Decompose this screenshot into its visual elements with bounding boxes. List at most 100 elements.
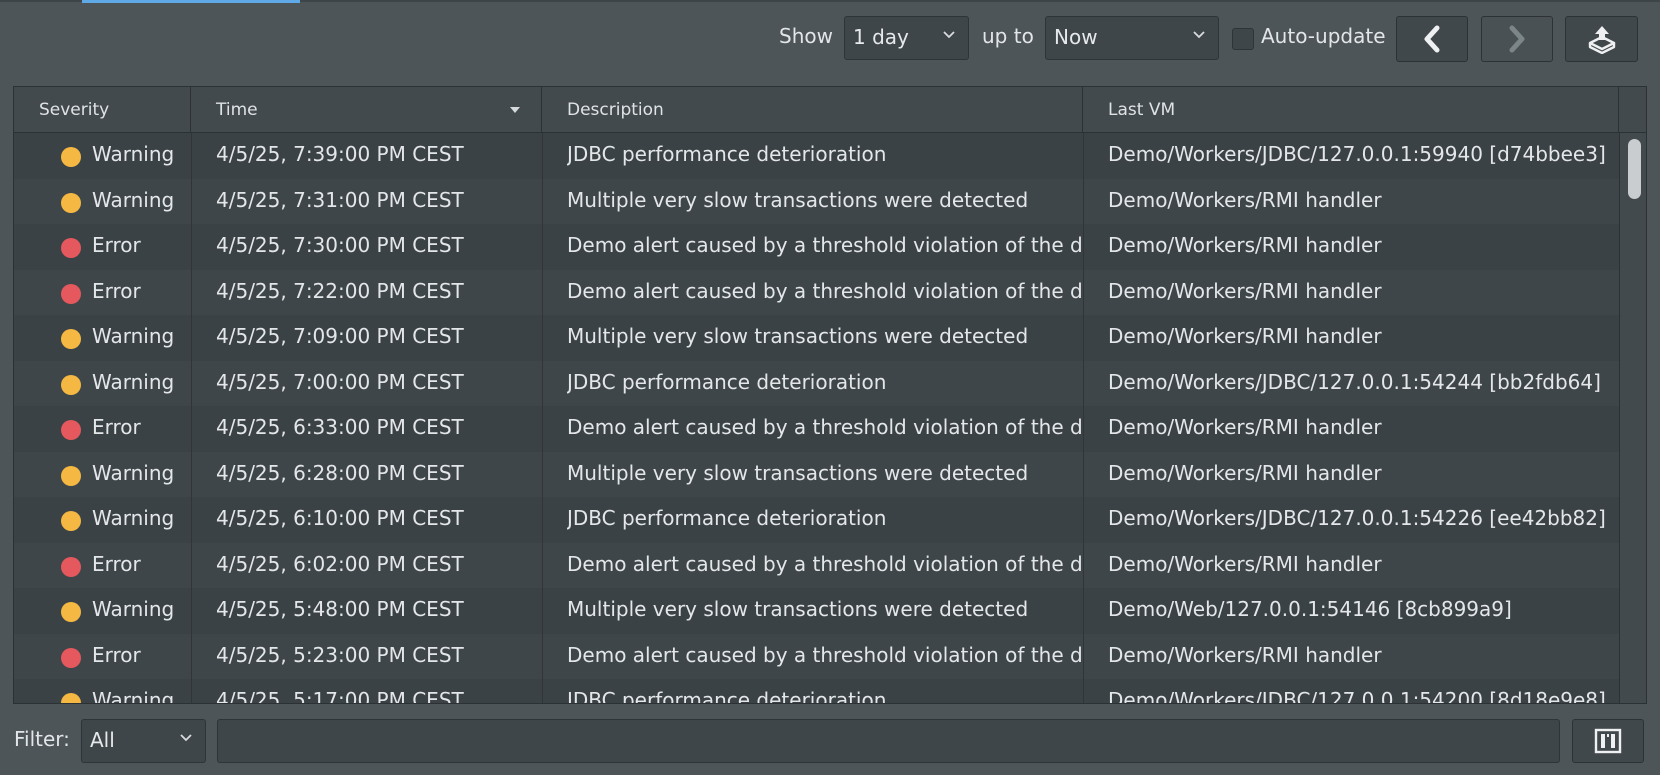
active-tab-indicator [82,0,300,3]
severity-cell: Error [92,278,141,303]
table-row[interactable]: Warning 4/5/25, 6:28:00 PM CEST Multiple… [14,451,1619,497]
severity-cell: Warning [92,460,175,485]
table-row[interactable]: Warning 4/5/25, 5:17:00 PM CEST JDBC per… [14,679,1619,704]
filter-select-value: All [90,728,115,752]
time-cell: 4/5/25, 6:10:00 PM CEST [216,506,464,530]
severity-cell: Error [92,415,141,439]
upto-label: up to [982,24,1034,48]
severity-cell: Warning [92,142,175,166]
error-icon [61,238,81,258]
show-label: Show [779,24,833,48]
description-cell: JDBC performance deterioration [567,142,887,166]
chevron-down-icon [943,31,955,39]
description-cell: Multiple very slow transactions were det… [567,460,1029,485]
vm-cell: Demo/Workers/RMI handler [1108,187,1382,212]
upto-select[interactable]: Now [1045,16,1219,60]
time-cell: 4/5/25, 5:23:00 PM CEST [216,642,464,667]
vertical-scrollbar[interactable] [1619,133,1646,703]
column-header-severity[interactable]: Severity [14,87,191,133]
severity-cell: Error [92,551,141,576]
table-row[interactable]: Error 4/5/25, 7:22:00 PM CEST Demo alert… [14,269,1619,315]
description-cell: Demo alert caused by a threshold violati… [567,233,1083,257]
filter-select[interactable]: All [81,719,206,763]
time-cell: 4/5/25, 5:48:00 PM CEST [216,597,464,621]
scrollbar-thumb[interactable] [1628,139,1641,199]
table-row[interactable]: Warning 4/5/25, 7:00:00 PM CEST JDBC per… [14,360,1619,406]
column-divider [542,133,543,703]
vm-cell: Demo/Workers/RMI handler [1108,642,1382,667]
column-divider [191,133,192,703]
back-button[interactable] [1396,16,1468,62]
warning-icon [61,329,81,349]
vm-cell: Demo/Workers/RMI handler [1108,551,1382,576]
time-cell: 4/5/25, 5:17:00 PM CEST [216,688,464,704]
filter-bar: Filter: All [0,717,1660,765]
table-body: Warning 4/5/25, 7:39:00 PM CEST JDBC per… [14,133,1619,704]
column-header-description[interactable]: Description [542,87,1083,133]
table-row[interactable]: Warning 4/5/25, 5:48:00 PM CEST Multiple… [14,588,1619,634]
description-cell: Demo alert caused by a threshold violati… [567,278,1083,303]
severity-cell: Warning [92,369,175,394]
header-corner [1619,87,1646,133]
table-row[interactable]: Error 4/5/25, 7:30:00 PM CEST Demo alert… [14,224,1619,270]
severity-cell: Warning [92,506,175,530]
table-row[interactable]: Warning 4/5/25, 6:10:00 PM CEST JDBC per… [14,497,1619,543]
description-cell: Demo alert caused by a threshold violati… [567,415,1083,439]
error-icon [61,647,81,668]
forward-button[interactable] [1481,16,1553,62]
column-header-last-vm[interactable]: Last VM [1083,87,1619,133]
severity-cell: Error [92,233,141,257]
description-cell: Multiple very slow transactions were det… [567,187,1029,212]
description-cell: Multiple very slow transactions were det… [567,597,1029,621]
vm-cell: Demo/Workers/JDBC/127.0.0.1:54226 [ee42b… [1108,506,1606,530]
chevron-down-icon [1193,31,1205,39]
vm-cell: Demo/Workers/RMI handler [1108,278,1382,303]
time-cell: 4/5/25, 7:09:00 PM CEST [216,324,464,348]
warning-icon [61,602,81,622]
table-row[interactable]: Error 4/5/25, 6:33:00 PM CEST Demo alert… [14,406,1619,452]
description-cell: JDBC performance deterioration [567,369,887,394]
column-header-time-label: Time [216,100,258,120]
severity-cell: Error [92,642,141,667]
severity-cell: Warning [92,187,175,212]
autoupdate-checkbox[interactable] [1232,28,1254,50]
description-cell: JDBC performance deterioration [567,688,887,704]
upto-value: Now [1054,25,1098,49]
table-row[interactable]: Error 4/5/25, 6:02:00 PM CEST Demo alert… [14,542,1619,588]
column-divider [1083,133,1084,703]
table-row[interactable]: Warning 4/5/25, 7:31:00 PM CEST Multiple… [14,178,1619,224]
warning-icon [61,147,81,167]
description-cell: JDBC performance deterioration [567,506,887,530]
chevron-down-icon [180,734,192,742]
time-cell: 4/5/25, 7:39:00 PM CEST [216,142,464,166]
severity-cell: Warning [92,597,175,621]
error-icon [61,556,81,577]
warning-icon [61,192,81,213]
time-cell: 4/5/25, 6:02:00 PM CEST [216,551,464,576]
time-cell: 4/5/25, 6:33:00 PM CEST [216,415,464,439]
chevron-right-icon [1509,25,1525,53]
sort-descending-icon [510,107,520,113]
column-header-time[interactable]: Time [191,87,542,133]
warning-icon [61,374,81,395]
table-row[interactable]: Error 4/5/25, 5:23:00 PM CEST Demo alert… [14,633,1619,679]
time-cell: 4/5/25, 7:30:00 PM CEST [216,233,464,257]
error-icon [61,420,81,440]
columns-button[interactable] [1572,719,1644,763]
autoupdate-label: Auto-update [1261,24,1386,48]
vm-cell: Demo/Workers/RMI handler [1108,324,1382,348]
vm-cell: Demo/Workers/JDBC/127.0.0.1:54244 [bb2fd… [1108,369,1601,394]
filter-text-input[interactable] [217,719,1560,763]
warning-icon [61,465,81,486]
warning-icon [61,511,81,531]
table-row[interactable]: Warning 4/5/25, 7:09:00 PM CEST Multiple… [14,315,1619,361]
alerts-view: Show 1 day up to Now Auto-update Severit… [0,0,1660,775]
table-header: Severity Time Description Last VM [14,87,1646,133]
severity-cell: Warning [92,688,175,704]
description-cell: Demo alert caused by a threshold violati… [567,551,1083,576]
table-row[interactable]: Warning 4/5/25, 7:39:00 PM CEST JDBC per… [14,133,1619,179]
export-button[interactable] [1565,16,1638,62]
description-cell: Demo alert caused by a threshold violati… [567,642,1083,667]
period-select[interactable]: 1 day [844,16,969,60]
time-cell: 4/5/25, 7:00:00 PM CEST [216,369,464,394]
